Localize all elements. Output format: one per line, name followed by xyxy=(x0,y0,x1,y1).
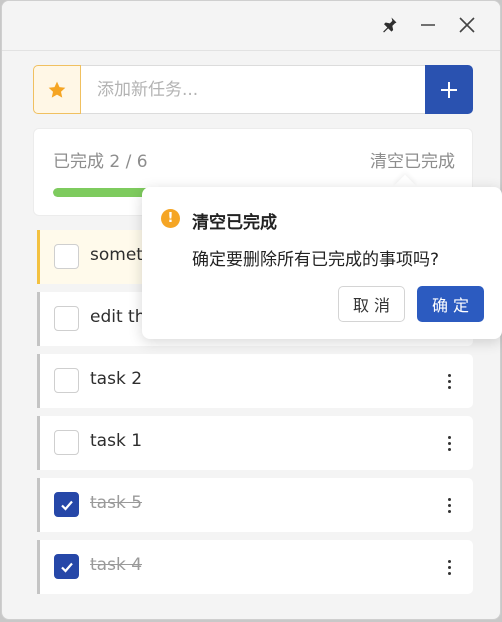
clear-completed-link[interactable]: 清空已完成 xyxy=(370,147,455,172)
popover-message: 确定要删除所有已完成的事项吗? xyxy=(192,250,440,270)
cancel-button[interactable]: 取 消 xyxy=(338,286,405,322)
plus-icon xyxy=(441,81,457,98)
more-icon[interactable] xyxy=(439,431,459,455)
task-label: task 5 xyxy=(90,493,143,513)
check-icon xyxy=(60,500,73,511)
task-checkbox[interactable] xyxy=(54,554,79,579)
check-icon xyxy=(60,562,73,573)
minimize-icon[interactable] xyxy=(414,11,442,39)
task-checkbox[interactable] xyxy=(54,368,79,393)
task-checkbox[interactable] xyxy=(54,430,79,455)
new-task-row xyxy=(33,65,473,114)
task-checkbox[interactable] xyxy=(54,306,79,331)
more-icon[interactable] xyxy=(439,493,459,517)
progress-label: 已完成 2 / 6 xyxy=(53,152,148,172)
close-icon[interactable] xyxy=(453,11,481,39)
task-label: task 1 xyxy=(90,431,143,451)
warning-icon: ! xyxy=(161,209,180,228)
task-checkbox[interactable] xyxy=(54,492,79,517)
more-icon[interactable] xyxy=(439,555,459,579)
titlebar xyxy=(2,1,500,51)
new-task-input[interactable] xyxy=(81,65,425,114)
more-icon[interactable] xyxy=(439,369,459,393)
task-label: task 2 xyxy=(90,369,143,389)
add-task-button[interactable] xyxy=(425,65,473,114)
task-label: task 4 xyxy=(90,555,143,575)
star-icon[interactable] xyxy=(33,65,81,114)
task-item[interactable]: task 5 xyxy=(37,478,473,532)
popover-title: 清空已完成 xyxy=(192,213,277,233)
clear-confirm-popover: ! 清空已完成 确定要删除所有已完成的事项吗? 取 消 确 定 xyxy=(142,187,502,339)
task-item[interactable]: task 4 xyxy=(37,540,473,594)
task-item[interactable]: task 1 xyxy=(37,416,473,470)
pin-icon[interactable] xyxy=(375,11,403,39)
task-checkbox[interactable] xyxy=(54,244,79,269)
task-item[interactable]: task 2 xyxy=(37,354,473,408)
confirm-button[interactable]: 确 定 xyxy=(417,286,484,322)
